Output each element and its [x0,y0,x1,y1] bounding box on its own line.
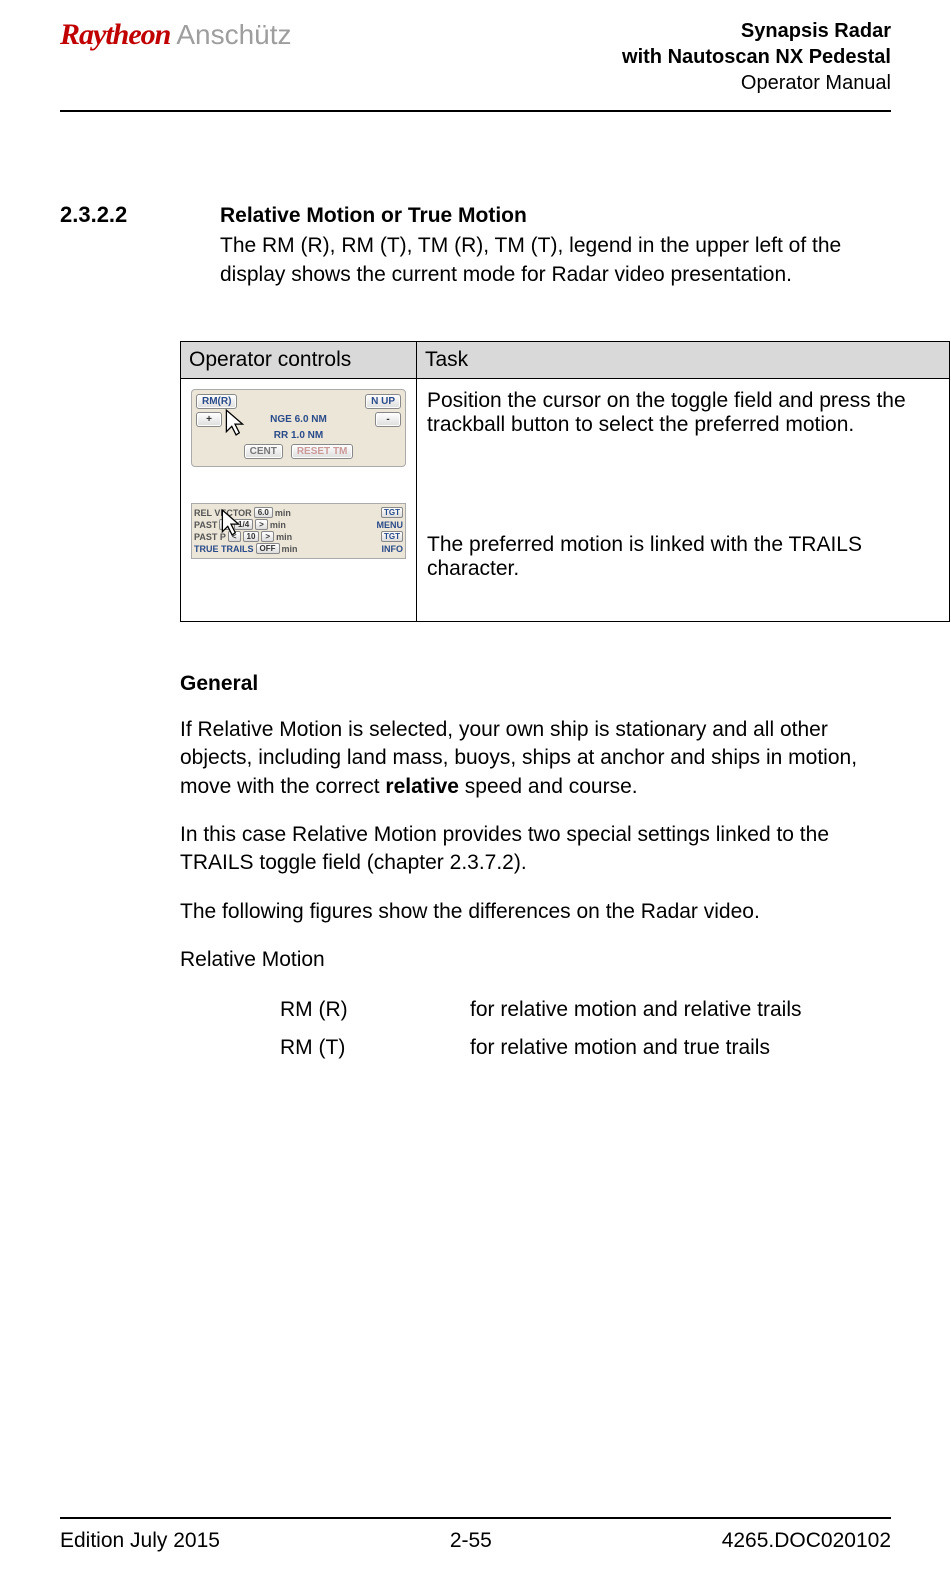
doc-title-2: with Nautoscan NX Pedestal [622,44,891,70]
footer-right: 4265.DOC020102 [722,1529,891,1553]
w2-r3-label: PAST P [194,532,226,542]
table-cell-task: Position the cursor on the toggle field … [417,379,950,622]
section-title: Relative Motion or True Motion [220,202,891,230]
info-label: INFO [382,544,404,554]
def-term-2: RM (T) [280,1036,470,1060]
w2-r3-gt[interactable]: > [261,531,274,542]
w2-r1-unit: min [275,508,291,518]
general-heading: General [180,672,891,696]
w2-r4-val[interactable]: OFF [256,543,280,554]
tgt-button-2[interactable]: TGT [381,531,403,542]
menu-label: MENU [377,520,404,530]
general-p4: Relative Motion [180,946,891,974]
section-intro: The RM (R), RM (T), TM (R), TM (T), lege… [220,232,891,289]
general-p2: In this case Relative Motion provides tw… [180,821,891,878]
ui-widget-range: RM(R) N UP + NGE 6.0 NM - RR 1.0 NM CE [191,389,406,467]
operator-table: Operator controls Task RM(R) N UP + NGE … [180,341,950,622]
nup-button[interactable]: N UP [365,394,401,409]
minus-button[interactable]: - [375,412,401,427]
general-p3: The following figures show the differenc… [180,898,891,926]
w2-r1-label: REL VECTOR [194,508,252,518]
logo: Raytheon Anschütz [60,18,292,52]
footer-rule [60,1517,891,1519]
reset-tm-button[interactable]: RESET TM [291,444,354,459]
footer-left: Edition July 2015 [60,1529,220,1553]
tgt-button-1[interactable]: TGT [381,507,403,518]
w2-r3-unit: min [276,532,292,542]
general-p1: If Relative Motion is selected, your own… [180,716,891,801]
def-desc-2: for relative motion and true trails [470,1036,891,1060]
footer-center: 2-55 [450,1529,492,1553]
range-label: NGE 6.0 NM [224,414,373,425]
page-header: Raytheon Anschütz Synapsis Radar with Na… [60,0,891,96]
w2-r4-label: TRUE TRAILS [194,544,254,554]
w2-r2-gt[interactable]: > [255,519,268,530]
general-p1-post: speed and course. [459,775,638,798]
general-p1-bold: relative [385,775,459,798]
w2-r2-unit: min [270,520,286,530]
w2-r1-val[interactable]: 6.0 [254,507,273,518]
document-titles: Synapsis Radar with Nautoscan NX Pedesta… [622,18,891,96]
rm-toggle-button[interactable]: RM(R) [196,394,237,409]
task-p2: The preferred motion is linked with the … [427,533,939,581]
w2-r3-val[interactable]: 10 [243,531,260,542]
cent-button[interactable]: CENT [244,444,283,459]
w2-r3-lt[interactable]: < [228,531,241,542]
logo-primary: Raytheon [60,18,170,52]
def-term-1: RM (R) [280,998,470,1022]
ui-widget-trails: REL VECTOR 6.0 min TGT PAST < 1/4 > min [191,503,406,559]
table-cell-controls: RM(R) N UP + NGE 6.0 NM - RR 1.0 NM CE [181,379,417,622]
definition-row: RM (T) for relative motion and true trai… [280,1036,891,1060]
logo-secondary: Anschütz [176,19,291,51]
doc-title-3: Operator Manual [622,70,891,96]
def-desc-1: for relative motion and relative trails [470,998,891,1022]
definition-row: RM (R) for relative motion and relative … [280,998,891,1022]
doc-title-1: Synapsis Radar [622,18,891,44]
w2-r2-lt[interactable]: < [219,519,232,530]
table-header-controls: Operator controls [181,342,417,379]
w2-r4-unit: min [282,544,298,554]
rr-label: RR 1.0 NM [274,430,323,441]
w2-r2-val[interactable]: 1/4 [234,519,253,530]
page-footer: Edition July 2015 2-55 4265.DOC020102 [60,1509,891,1553]
w2-r2-label: PAST [194,520,217,530]
plus-button[interactable]: + [196,412,222,427]
task-p1: Position the cursor on the toggle field … [427,389,939,437]
section-number: 2.3.2.2 [60,202,180,289]
table-header-task: Task [417,342,950,379]
